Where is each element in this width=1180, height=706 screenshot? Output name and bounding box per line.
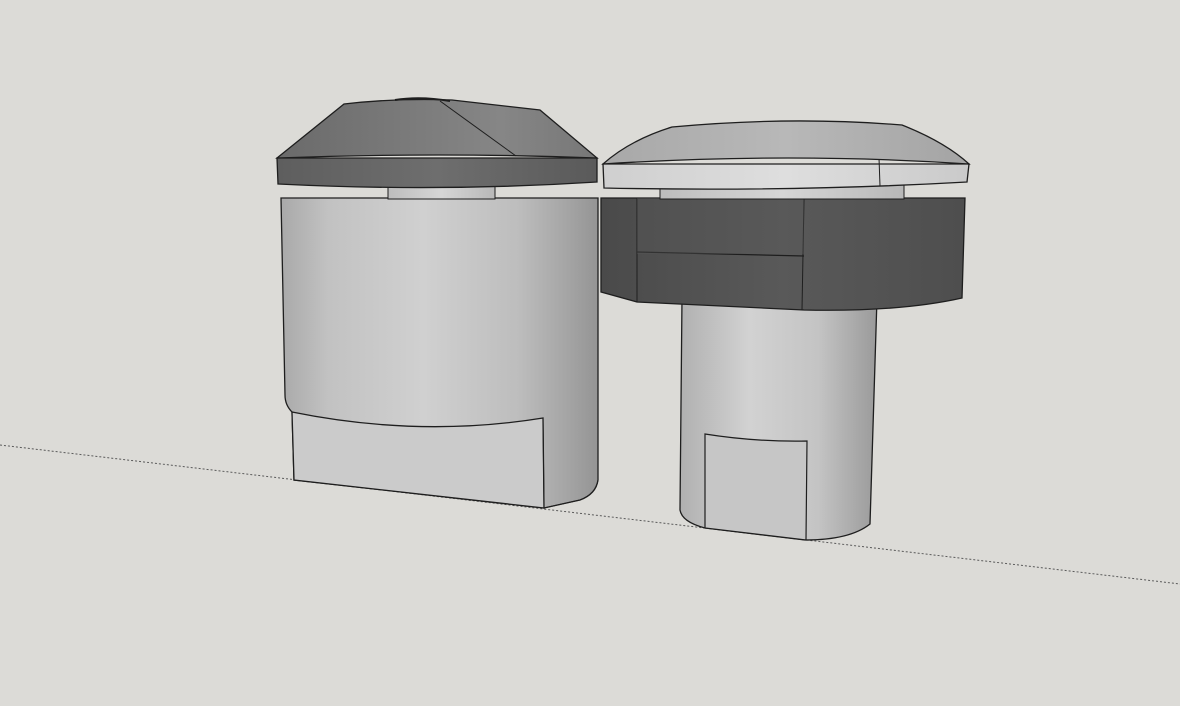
right-knob-cap-rim[interactable] [602, 163, 970, 190]
modeling-viewport[interactable] [0, 0, 1180, 706]
left-knob-cap-top[interactable] [275, 98, 599, 159]
right-knob-flat-cut[interactable] [704, 433, 808, 541]
left-knob-model[interactable] [275, 97, 599, 509]
right-knob-model[interactable] [600, 120, 971, 541]
right-knob-cap-top[interactable] [601, 120, 971, 165]
left-knob-cap-rim[interactable] [276, 157, 598, 189]
scene-canvas[interactable] [0, 0, 1180, 706]
left-knob-flat-cut[interactable] [291, 411, 545, 509]
